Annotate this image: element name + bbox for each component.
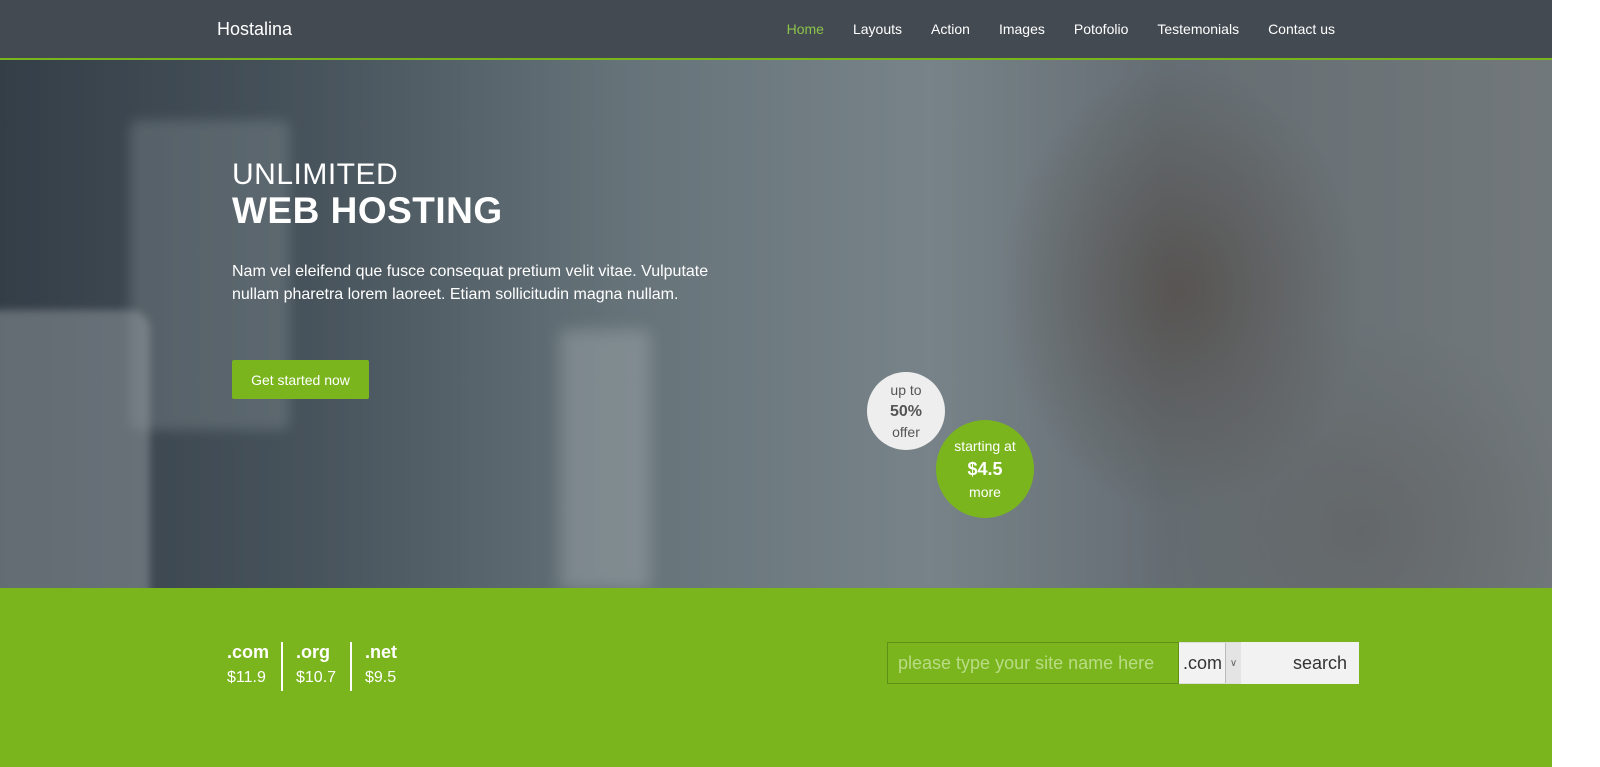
brand-logo[interactable]: Hostalina xyxy=(217,19,292,40)
nav-item-testimonials[interactable]: Testemonials xyxy=(1157,21,1239,37)
price-badge-bottom: more xyxy=(969,483,1001,500)
nav-item-contact[interactable]: Contact us xyxy=(1268,21,1335,37)
hero-overlay xyxy=(0,60,1552,588)
price-badge-top: starting at xyxy=(954,437,1016,454)
divider xyxy=(350,642,352,691)
hero-title-line2: WEB HOSTING xyxy=(232,190,503,231)
main-menu: Home Layouts Action Images Potofolio Tes… xyxy=(758,21,1335,37)
get-started-button[interactable]: Get started now xyxy=(232,360,369,399)
domain-price: $9.5 xyxy=(365,669,397,686)
chevron-down-icon[interactable]: ∨ xyxy=(1225,643,1241,683)
nav-item-portfolio[interactable]: Potofolio xyxy=(1074,21,1128,37)
domain-price-org: .org $10.7 xyxy=(296,642,336,687)
domain-price: $10.7 xyxy=(296,669,337,686)
domain-price-net: .net $9.5 xyxy=(365,642,397,687)
nav-item-images[interactable]: Images xyxy=(999,21,1045,37)
hero-title-line1: UNLIMITED xyxy=(232,158,399,191)
domain-price-com: .com $11.9 xyxy=(227,642,269,687)
price-badge-value: $4.5 xyxy=(967,458,1003,479)
page-margin xyxy=(1552,0,1600,767)
offer-badge-value: 50% xyxy=(889,402,923,420)
tld-select-value: .com xyxy=(1183,652,1223,673)
offer-badge: up to 50% offer xyxy=(867,372,945,450)
price-badge: starting at $4.5 more xyxy=(936,420,1034,518)
domain-name: .org xyxy=(296,642,330,662)
tld-select[interactable]: .com ∨ xyxy=(1179,642,1241,684)
offer-badge-top: up to xyxy=(890,381,922,398)
domain-price: $11.9 xyxy=(227,669,266,686)
search-button[interactable]: search xyxy=(1241,642,1359,684)
domain-name: .com xyxy=(227,642,270,662)
top-navbar: Hostalina Home Layouts Action Images Pot… xyxy=(0,0,1552,60)
nav-item-action[interactable]: Action xyxy=(931,21,970,37)
nav-item-home[interactable]: Home xyxy=(787,21,824,37)
offer-badge-bottom: offer xyxy=(892,423,920,440)
nav-item-layouts[interactable]: Layouts xyxy=(853,21,902,37)
domain-search-form: .com ∨ search xyxy=(887,642,1359,684)
domain-name: .net xyxy=(365,642,398,662)
domain-search-input[interactable] xyxy=(887,642,1179,684)
domain-strip: .com $11.9 .org $10.7 .net $9.5 .com ∨ s… xyxy=(0,588,1552,767)
hero-banner: UNLIMITED WEB HOSTING Nam vel eleifend q… xyxy=(0,60,1552,588)
hero-description: Nam vel eleifend que fusce consequat pre… xyxy=(232,263,709,303)
divider xyxy=(281,642,283,691)
